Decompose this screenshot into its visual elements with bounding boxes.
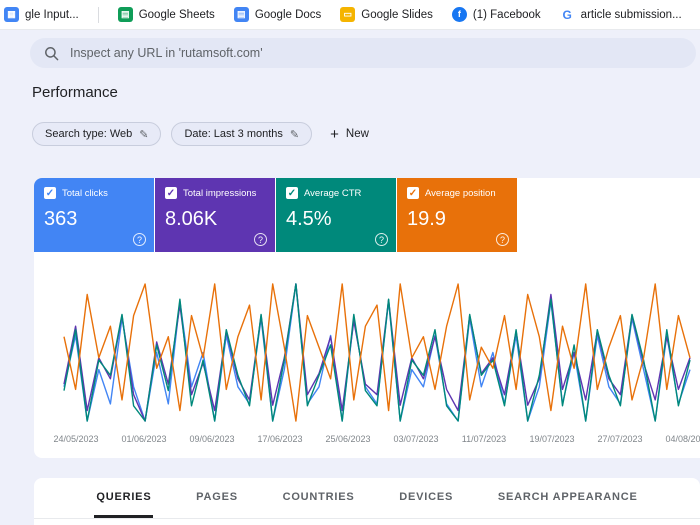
bookmark-item[interactable]: f (1) Facebook bbox=[452, 7, 541, 22]
metric-card-header: ✓ Average CTR bbox=[286, 187, 386, 199]
x-axis-label: 27/07/2023 bbox=[597, 434, 642, 444]
search-icon bbox=[44, 46, 59, 61]
metric-card-total-impressions[interactable]: ✓ Total impressions 8.06K? bbox=[155, 178, 275, 252]
search-placeholder: Inspect any URL in 'rutamsoft.com' bbox=[70, 46, 263, 60]
sheets-icon: ▤ bbox=[118, 7, 133, 22]
bookmark-item[interactable]: ▦ gle Input... bbox=[4, 7, 79, 22]
metric-checkbox[interactable]: ✓ bbox=[286, 187, 298, 199]
x-axis-label: 25/06/2023 bbox=[325, 434, 370, 444]
search-console-screen: ▦ gle Input... ▤ Google Sheets ▤ Google Docs ▭… bbox=[0, 0, 700, 525]
facebook-icon: f bbox=[452, 7, 467, 22]
metric-value: 363 bbox=[44, 208, 144, 231]
metric-card-header: ✓ Total clicks bbox=[44, 187, 144, 199]
metric-cards-row: ✓ Total clicks 363? ✓ Total impressions 8.06K… bbox=[34, 178, 700, 252]
bookmark-label: article submission... bbox=[581, 9, 682, 21]
tab-queries[interactable]: QUERIES bbox=[94, 478, 153, 518]
metric-label: Average CTR bbox=[304, 188, 361, 199]
metric-card-total-clicks[interactable]: ✓ Total clicks 363? bbox=[34, 178, 154, 252]
page-title: Performance bbox=[32, 84, 118, 101]
date-range-chip[interactable]: Date: Last 3 months ✎ bbox=[171, 122, 312, 146]
metric-checkbox[interactable]: ✓ bbox=[407, 187, 419, 199]
help-icon[interactable]: ? bbox=[133, 233, 146, 246]
filter-chips-row: Search type: Web ✎ Date: Last 3 months ✎… bbox=[32, 122, 369, 146]
bookmark-label: Google Slides bbox=[361, 9, 433, 21]
bookmark-item[interactable]: ▭ Google Slides bbox=[340, 7, 433, 22]
search-type-chip[interactable]: Search type: Web ✎ bbox=[32, 122, 161, 146]
help-icon[interactable]: ? bbox=[375, 233, 388, 246]
metric-value: 19.9 bbox=[407, 208, 507, 231]
help-icon[interactable]: ? bbox=[254, 233, 267, 246]
help-icon[interactable]: ? bbox=[496, 233, 509, 246]
tab-search-appearance[interactable]: SEARCH APPEARANCE bbox=[496, 478, 640, 518]
bookmarks-bar: ▦ gle Input... ▤ Google Sheets ▤ Google Docs ▭… bbox=[0, 0, 700, 30]
bookmark-label: (1) Facebook bbox=[473, 9, 541, 21]
bookmark-label: Google Docs bbox=[255, 9, 321, 21]
x-axis-label: 09/06/2023 bbox=[189, 434, 234, 444]
tab-countries[interactable]: COUNTRIES bbox=[281, 478, 357, 518]
bookmarks-divider bbox=[98, 7, 99, 23]
metric-label: Average position bbox=[425, 188, 496, 199]
bookmark-label: gle Input... bbox=[25, 9, 79, 21]
x-axis-label: 04/08/2023 bbox=[665, 434, 700, 444]
metric-card-header: ✓ Total impressions bbox=[165, 187, 265, 199]
x-axis-label: 11/07/2023 bbox=[462, 434, 506, 444]
new-filter-label: New bbox=[346, 128, 369, 140]
performance-chart-panel: ✓ Total clicks 363? ✓ Total impressions 8.06K… bbox=[34, 178, 700, 458]
tab-pages[interactable]: PAGES bbox=[194, 478, 240, 518]
docs-icon: ▤ bbox=[234, 7, 249, 22]
edit-pencil-icon: ✎ bbox=[290, 128, 299, 141]
bookmark-item[interactable]: Garticle submission... bbox=[560, 7, 682, 22]
metric-value: 8.06K bbox=[165, 208, 265, 231]
dimension-tabs-panel: QUERIES PAGES COUNTRIES DEVICES SEARCH APPEA… bbox=[34, 478, 700, 525]
metric-label: Total impressions bbox=[183, 188, 256, 199]
metric-checkbox[interactable]: ✓ bbox=[165, 187, 177, 199]
x-axis-label: 24/05/2023 bbox=[53, 434, 98, 444]
metric-card-average-position[interactable]: ✓ Average position 19.9? bbox=[397, 178, 517, 252]
metric-value: 4.5% bbox=[286, 208, 386, 231]
input-tools-icon: ▦ bbox=[4, 7, 19, 22]
google-g-icon: G bbox=[560, 7, 575, 22]
bookmark-item[interactable]: ▤ Google Sheets bbox=[118, 7, 215, 22]
plus-icon: + bbox=[330, 127, 339, 142]
metric-card-average-ctr[interactable]: ✓ Average CTR 4.5%? bbox=[276, 178, 396, 252]
metric-label: Total clicks bbox=[62, 188, 108, 199]
x-axis-label: 17/06/2023 bbox=[257, 434, 302, 444]
edit-pencil-icon: ✎ bbox=[139, 128, 148, 141]
metric-card-header: ✓ Average position bbox=[407, 187, 507, 199]
performance-line-chart: 24/05/2023 01/06/2023 09/06/2023 17/06/2023… bbox=[34, 256, 700, 456]
bookmark-item[interactable]: ▤ Google Docs bbox=[234, 7, 321, 22]
dimension-tabs: QUERIES PAGES COUNTRIES DEVICES SEARCH APPEA… bbox=[34, 478, 700, 519]
bookmark-label: Google Sheets bbox=[139, 9, 215, 21]
date-range-chip-label: Date: Last 3 months bbox=[184, 128, 282, 140]
url-inspect-search[interactable]: Inspect any URL in 'rutamsoft.com' bbox=[30, 38, 696, 68]
search-type-chip-label: Search type: Web bbox=[45, 128, 132, 140]
x-axis-label: 03/07/2023 bbox=[393, 434, 438, 444]
x-axis-label: 01/06/2023 bbox=[121, 434, 166, 444]
new-filter-button[interactable]: + New bbox=[330, 127, 369, 142]
metric-checkbox[interactable]: ✓ bbox=[44, 187, 56, 199]
slides-icon: ▭ bbox=[340, 7, 355, 22]
tab-devices[interactable]: DEVICES bbox=[397, 478, 455, 518]
x-axis-label: 19/07/2023 bbox=[529, 434, 574, 444]
